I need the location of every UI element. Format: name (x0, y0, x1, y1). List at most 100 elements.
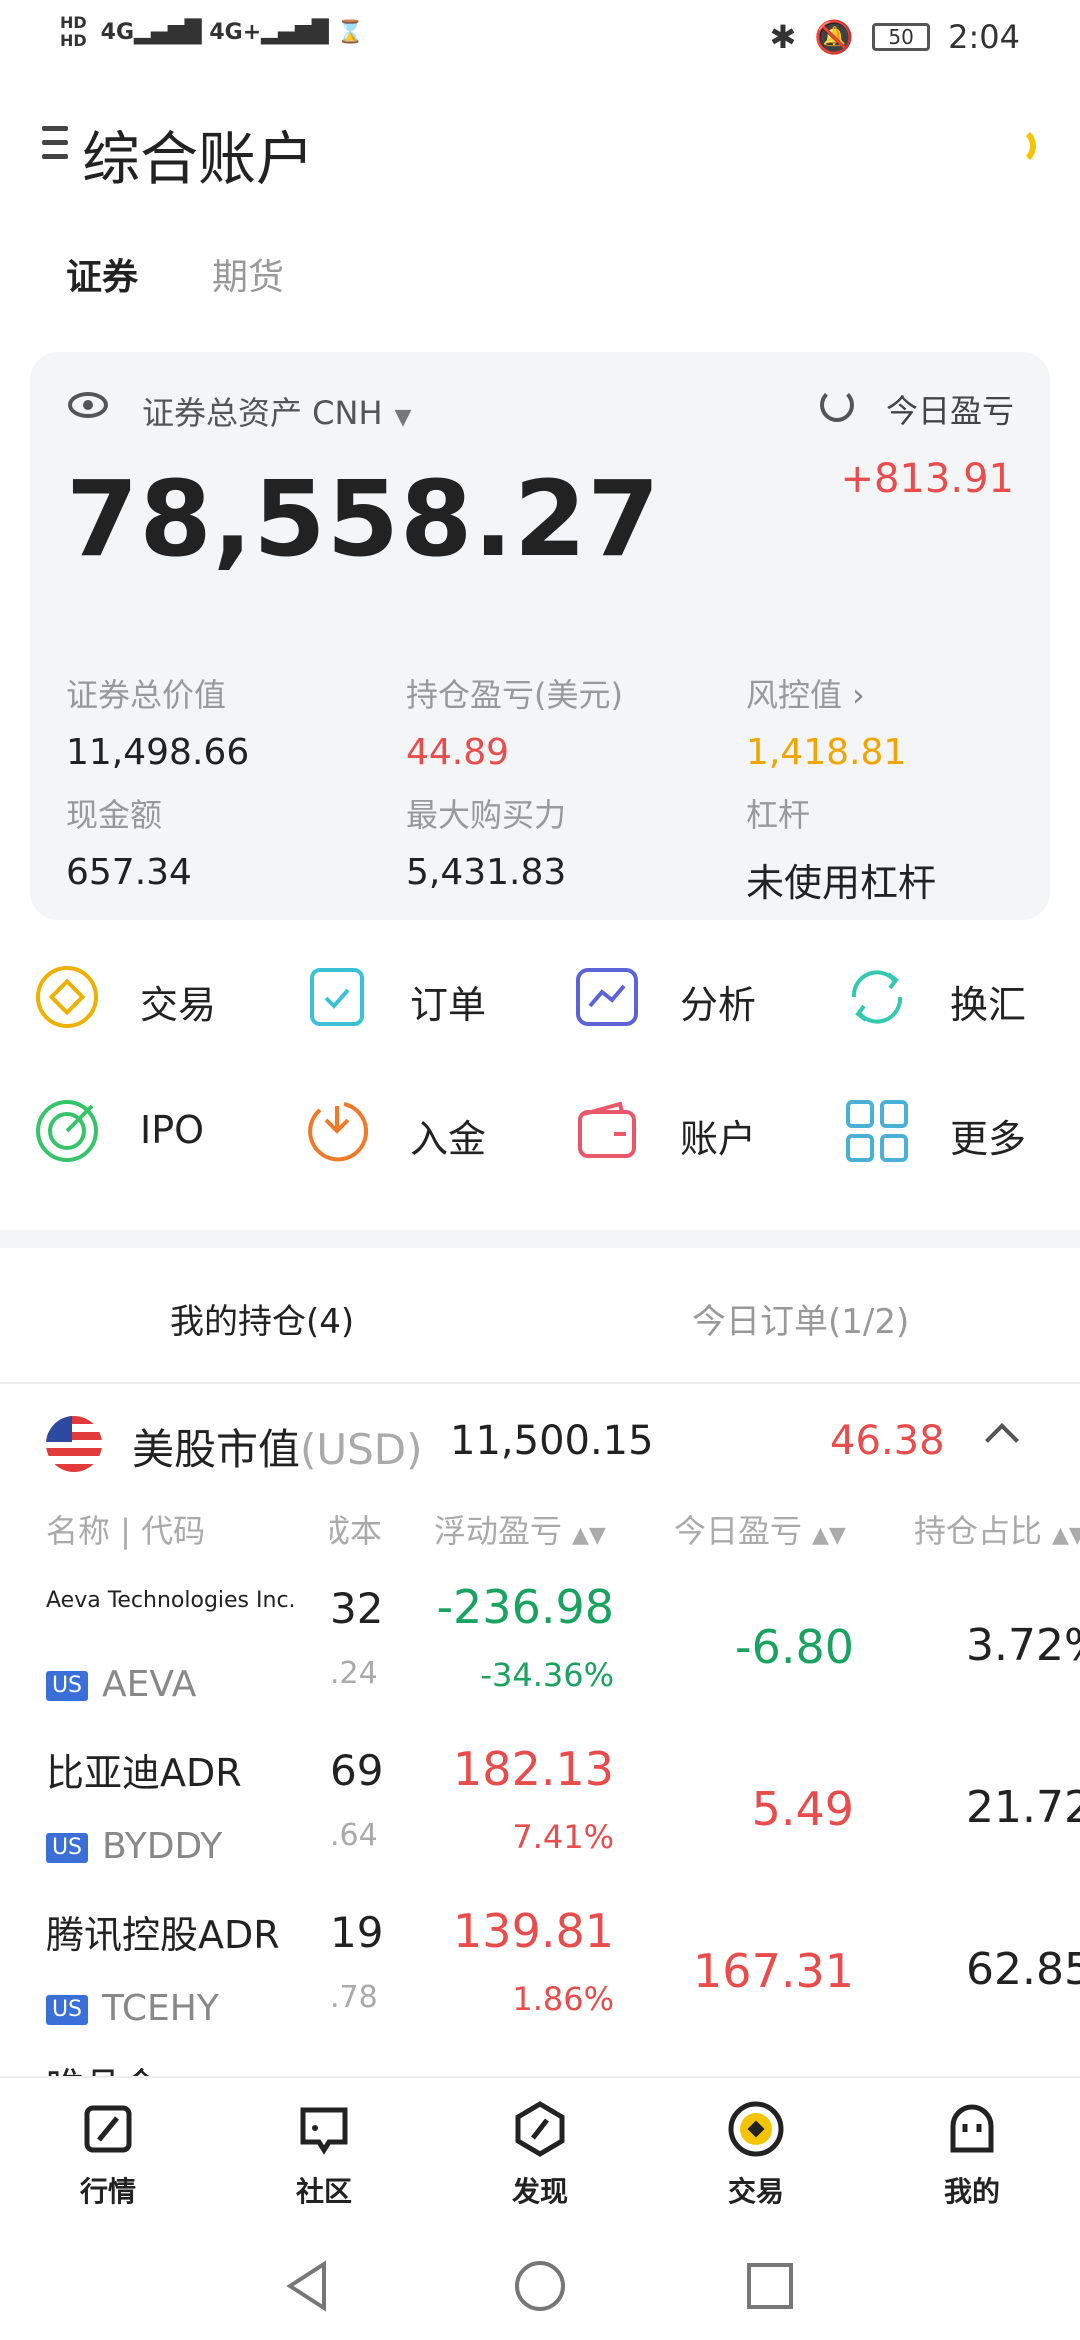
market-value: 11,500.15 (450, 1418, 654, 1464)
market-badge: US (46, 1995, 88, 2025)
action-account[interactable]: 账户 (540, 1084, 810, 1174)
col-ratio[interactable]: 持仓占比 ▲▼ (914, 1506, 1080, 1552)
action-ipo[interactable]: IPO (0, 1084, 270, 1174)
signal-icon: 4G▂▄▆█ 4G+▂▄▆█ ⌛ (100, 19, 364, 45)
more-grid-icon (846, 1100, 908, 1162)
tab-futures[interactable]: 期货 (212, 248, 284, 300)
sort-icon: ▲▼ (1052, 1523, 1080, 1548)
nav-trade[interactable]: 交易 (676, 2100, 836, 2210)
asset-currency-selector[interactable]: 证券总资产 CNH ▼ (142, 388, 411, 434)
tab-securities[interactable]: 证券 (66, 248, 138, 300)
status-right: ✱ 🔕 50 2:04 (769, 18, 1020, 56)
table-row[interactable]: Aeva Technologies Inc. US AEVA 32 .24 -23… (0, 1580, 1080, 1742)
tab-today-orders[interactable]: 今日订单(1/2) (692, 1294, 909, 1343)
nav-community[interactable]: 社区 (244, 2100, 404, 2210)
deposit-icon (308, 1102, 369, 1162)
action-more[interactable]: 更多 (810, 1084, 1080, 1174)
chevron-up-icon[interactable] (985, 1423, 1019, 1457)
stat-buying-power: 最大购买力 5,431.83 (406, 790, 726, 893)
home-icon[interactable] (510, 2256, 570, 2316)
holding-code: AEVA (102, 1664, 197, 1705)
action-label: 订单 (410, 983, 487, 1027)
table-row[interactable]: 腾讯控股ADR US TCEHY 19 .78 139.81 1.86% 167.… (0, 1904, 1080, 2066)
col-floating-pl[interactable]: 浮动盈亏 ▲▼ (434, 1506, 606, 1552)
holding-code-row: US TCEHY (46, 1988, 219, 2029)
holding-cost-sub: .24 (330, 1656, 378, 1691)
col-today-pl[interactable]: 今日盈亏 ▲▼ (674, 1506, 846, 1552)
action-label: 分析 (680, 983, 757, 1027)
action-analysis[interactable]: 分析 (540, 950, 810, 1040)
ipo-icon (36, 1100, 98, 1162)
stat-value: 657.34 (66, 852, 192, 893)
nav-label: 我的 (943, 2175, 1000, 2208)
community-icon (300, 2107, 348, 2155)
col-cost[interactable]: 成本 (330, 1506, 382, 1552)
stat-value: 1,418.81 (746, 732, 907, 773)
stat-value: 11,498.66 (66, 732, 250, 773)
holding-today-pl: 5.49 (751, 1782, 854, 1836)
holding-name: Aeva Technologies Inc. (46, 1588, 296, 1613)
market-name: 美股市值 (132, 1425, 301, 1474)
bluetooth-icon: ✱ (769, 18, 797, 56)
stat-label: 证券总价值 (66, 676, 227, 714)
stat-value: 未使用杠杆 (746, 861, 937, 905)
discover-icon (515, 2101, 565, 2157)
nav-discover[interactable]: 发现 (460, 2100, 620, 2210)
action-trade[interactable]: 交易 (0, 950, 270, 1040)
system-nav (0, 2236, 1080, 2340)
holding-cost: 19 (330, 1908, 384, 1957)
loading-icon (996, 126, 1036, 166)
action-label: 账户 (680, 1117, 757, 1161)
table-row-partial[interactable]: 唯品会 (0, 2060, 1080, 2076)
back-icon[interactable] (280, 2256, 340, 2316)
total-asset-value: 78,558.27 (66, 458, 661, 580)
holding-floating-pl: 139.81 (453, 1904, 614, 1958)
refresh-icon[interactable] (820, 388, 854, 422)
status-bar: HD HD 4G▂▄▆█ 4G+▂▄▆█ ⌛ ✱ 🔕 50 2:04 (0, 0, 1080, 80)
nav-label: 行情 (79, 2175, 136, 2208)
recents-icon[interactable] (740, 2256, 800, 2316)
asset-label: 证券总资产 CNH (142, 394, 383, 432)
nav-label: 发现 (511, 2175, 568, 2208)
nav-profile[interactable]: 我的 (892, 2100, 1052, 2210)
action-label: IPO (140, 1108, 205, 1152)
market-icon (84, 2105, 132, 2153)
holding-name: 腾讯控股ADR (46, 1913, 280, 1957)
signal-indicators: HD HD 4G▂▄▆█ 4G+▂▄▆█ ⌛ (60, 14, 364, 50)
trade-icon (36, 966, 98, 1028)
action-deposit[interactable]: 入金 (270, 1084, 540, 1174)
trade-nav-icon (728, 2101, 784, 2157)
holding-floating-pl: 182.13 (453, 1742, 614, 1796)
holding-name: 唯品会 (46, 2060, 160, 2076)
wallet-icon (578, 1101, 636, 1158)
action-exchange[interactable]: 换汇 (810, 950, 1080, 1040)
stat-label: 持仓盈亏(美元) (406, 676, 623, 714)
holding-floating-pct: 7.41% (512, 1818, 614, 1856)
holding-cost: 32 (330, 1584, 384, 1633)
nav-market[interactable]: 行情 (28, 2100, 188, 2210)
eye-icon[interactable] (68, 392, 108, 418)
caret-down-icon: ▼ (394, 405, 412, 430)
action-orders[interactable]: 订单 (270, 950, 540, 1040)
tab-my-positions[interactable]: 我的持仓(4) (170, 1294, 354, 1343)
stat-label: 现金额 (66, 796, 163, 834)
menu-icon[interactable] (42, 126, 68, 166)
sort-icon: ▲▼ (572, 1523, 606, 1548)
table-row[interactable]: 比亚迪ADR US BYDDY 69 .64 182.13 7.41% 5.49 … (0, 1742, 1080, 1904)
stat-label: 风控值 (746, 676, 843, 714)
order-icon (310, 968, 364, 1026)
market-summary[interactable]: 美股市值(USD) 11,500.15 46.38 (0, 1396, 1080, 1496)
market-label: 美股市值(USD) (132, 1416, 423, 1477)
sort-icon: ▲▼ (812, 1523, 846, 1548)
col-floating-label: 浮动盈亏 (434, 1512, 563, 1550)
stat-risk-value[interactable]: 风控值 › 1,418.81 (746, 670, 1066, 773)
page-title: 综合账户 (82, 125, 315, 193)
stat-label: 杠杆 (746, 796, 811, 834)
market-unit: (USD) (300, 1425, 423, 1474)
col-ratio-label: 持仓占比 (914, 1512, 1043, 1550)
mute-icon: 🔕 (814, 18, 855, 56)
holding-ratio: 3.72% (966, 1620, 1080, 1671)
section-divider (0, 1230, 1080, 1248)
holding-name: 比亚迪ADR (46, 1751, 242, 1795)
holding-code: BYDDY (102, 1826, 223, 1867)
